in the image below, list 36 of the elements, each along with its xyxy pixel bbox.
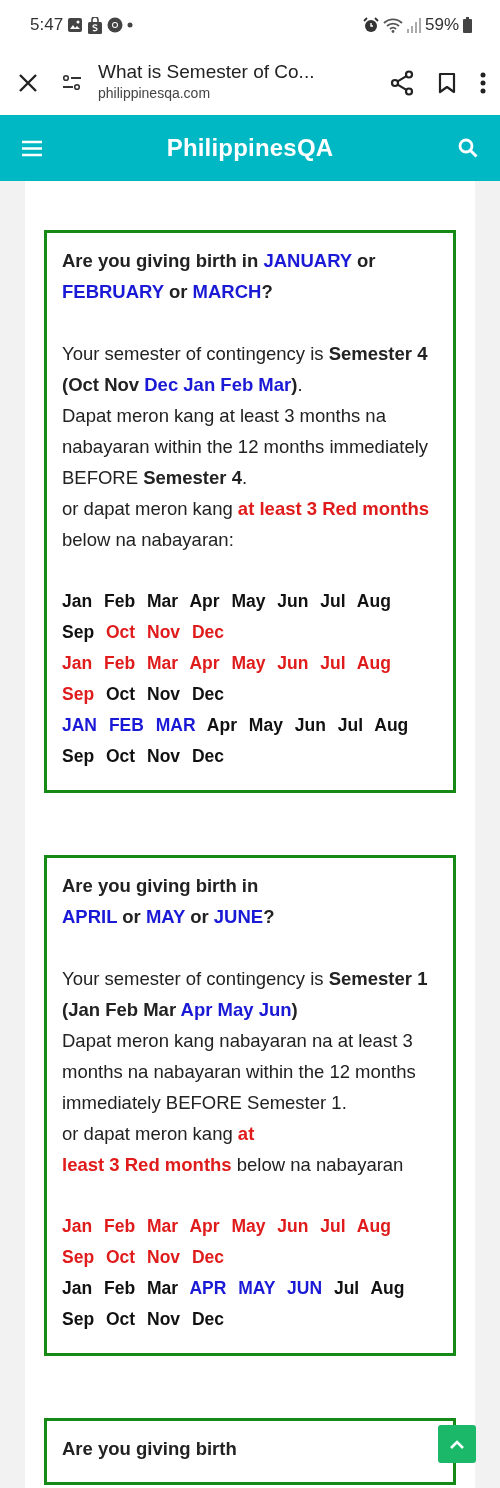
shopping-bag-icon [87, 16, 104, 34]
scroll-to-top-button[interactable] [438, 1425, 476, 1463]
paragraph-text: or dapat meron kang at least 3 Red months below na nabayaran: [62, 497, 431, 552]
alarm-icon [362, 17, 379, 33]
question-text: Are you giving birth [62, 1437, 238, 1461]
image-icon [67, 17, 84, 33]
dot-icon [127, 22, 134, 28]
wifi-icon [382, 17, 403, 33]
site-title[interactable]: PhilippinesQA [166, 130, 334, 166]
month-list: Jan Feb Mar Apr May Jun Jul Aug Sep Oct Nov Dec [62, 1211, 433, 1273]
more-options-button[interactable] [480, 71, 486, 94]
signal-icon [406, 17, 421, 33]
paragraph-text: Your semester of contingency is Semester 4 (Oct Nov Dec Jan Feb Mar). [62, 342, 429, 397]
browser-icon [107, 17, 124, 33]
status-time: 5:47 [30, 14, 64, 37]
paragraph-text: Dapat meron kang at least 3 months na nabayaran within the 12 months immediately BEFORE Semester 4. [62, 404, 430, 490]
bookmark-button[interactable] [438, 71, 456, 94]
site-settings-button[interactable] [62, 73, 82, 92]
month-list: Jan Feb Mar APR MAY JUN Jul Aug Sep Oct Nov Dec [62, 1273, 433, 1335]
month-list: JAN FEB MAR Apr May Jun Jul Aug Sep Oct Nov Dec [62, 710, 433, 772]
paragraph-text: least 3 Red months below na nabayaran [62, 1153, 405, 1177]
close-button[interactable] [18, 72, 38, 93]
question-text: Are you giving birth in [62, 874, 260, 898]
question-text: APRIL or MAY or JUNE? [62, 905, 276, 929]
month-list: Jan Feb Mar Apr May Jun Jul Aug Sep Oct Nov Dec [62, 648, 433, 710]
battery-icon [463, 17, 472, 33]
share-button[interactable] [390, 69, 414, 96]
month-list: Jan Feb Mar Apr May Jun Jul Aug Sep Oct Nov Dec [62, 586, 433, 648]
paragraph-text: Your semester of contingency is Semester 1 (Jan Feb Mar Apr May Jun) [62, 967, 429, 1022]
chevron-up-icon [449, 1439, 465, 1450]
paragraph-text: or dapat meron kang at [62, 1122, 256, 1146]
page-url: philippinesqa.com [98, 83, 212, 103]
battery-percent: 59% [424, 14, 459, 37]
paragraph-text: Dapat meron kang nabayaran na at least 3 months na nabayaran within the 12 months immediately BEFORE Semester 1. [62, 1029, 417, 1115]
question-text: Are you giving birth in JANUARY or FEBRUARY or MARCH? [62, 249, 377, 304]
page-title: What is Semester of Co... [98, 61, 316, 83]
